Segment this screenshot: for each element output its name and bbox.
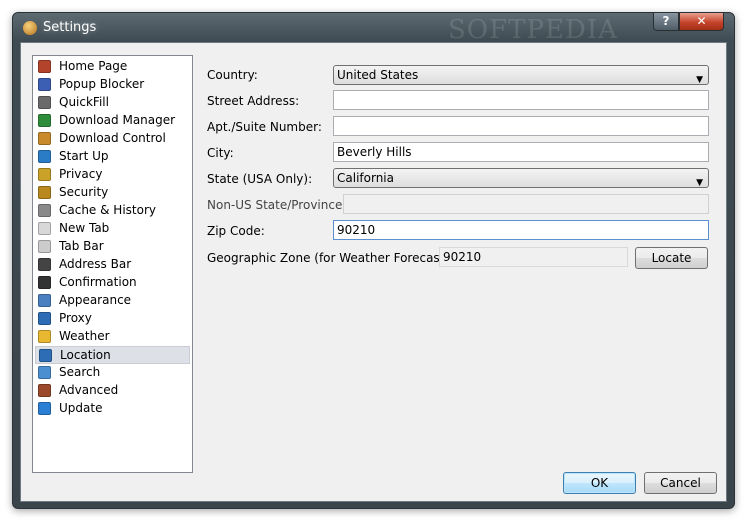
state-select[interactable]: California ▼ <box>333 168 709 188</box>
sidebar-item-label: New Tab <box>59 221 110 235</box>
sidebar-item-download-control[interactable]: Download Control <box>35 130 190 148</box>
sidebar-item-start-up[interactable]: Start Up <box>35 148 190 166</box>
apt-suite-label: Apt./Suite Number: <box>207 120 322 134</box>
sidebar-item-confirmation[interactable]: Confirmation <box>35 274 190 292</box>
tab-bar-icon <box>38 240 51 253</box>
sidebar-item-home-page[interactable]: Home Page <box>35 58 190 76</box>
sidebar-item-tab-bar[interactable]: Tab Bar <box>35 238 190 256</box>
country-label: Country: <box>207 68 258 82</box>
country-value: United States <box>337 68 419 82</box>
geographic-zone-label: Geographic Zone (for Weather Forecast): <box>207 251 454 265</box>
tools-icon <box>38 384 51 397</box>
sidebar-item-security[interactable]: Security <box>35 184 190 202</box>
title-bar[interactable]: Settings SOFTPEDIA ? ✕ <box>13 13 734 45</box>
app-icon <box>23 21 37 35</box>
globe-icon <box>38 402 51 415</box>
sidebar-item-quickfill[interactable]: QuickFill <box>35 94 190 112</box>
apt-suite-input[interactable] <box>333 116 709 136</box>
sidebar-item-label: Popup Blocker <box>59 77 145 91</box>
sidebar-item-label: Proxy <box>59 311 92 325</box>
lock-icon <box>38 186 51 199</box>
sidebar-item-appearance[interactable]: Appearance <box>35 292 190 310</box>
sidebar-item-label: Download Manager <box>59 113 176 127</box>
settings-window: Settings SOFTPEDIA ? ✕ Home Page Popup Bl… <box>12 12 735 509</box>
appearance-icon <box>38 294 51 307</box>
state-label: State (USA Only): <box>207 172 313 186</box>
cancel-button[interactable]: Cancel <box>644 472 717 494</box>
new-tab-icon <box>38 222 51 235</box>
sidebar-item-address-bar[interactable]: Address Bar <box>35 256 190 274</box>
country-select[interactable]: United States ▼ <box>333 65 709 85</box>
proxy-icon <box>38 312 51 325</box>
close-button[interactable]: ✕ <box>679 13 724 31</box>
sidebar-item-advanced[interactable]: Advanced <box>35 382 190 400</box>
sidebar-item-label: Privacy <box>59 167 103 181</box>
home-icon <box>38 60 51 73</box>
sidebar-item-label: Appearance <box>59 293 132 307</box>
sidebar-item-label: Home Page <box>59 59 128 73</box>
street-address-label: Street Address: <box>207 94 300 108</box>
sidebar-item-download-manager[interactable]: Download Manager <box>35 112 190 130</box>
sidebar-item-update[interactable]: Update <box>35 400 190 418</box>
sidebar-item-cache-history[interactable]: Cache & History <box>35 202 190 220</box>
help-button[interactable]: ? <box>653 13 679 31</box>
sidebar-item-label: Address Bar <box>59 257 132 271</box>
window-title: Settings <box>43 20 97 35</box>
pointing-hand-icon <box>38 276 51 289</box>
download-manager-icon <box>38 114 51 127</box>
download-control-icon <box>38 132 51 145</box>
chevron-down-icon: ▼ <box>696 75 703 85</box>
sidebar-item-proxy[interactable]: Proxy <box>35 310 190 328</box>
dialog-content: Home Page Popup Blocker QuickFill Download … <box>20 42 727 502</box>
settings-category-list[interactable]: Home Page Popup Blocker QuickFill Download … <box>32 55 193 473</box>
locate-button[interactable]: Locate <box>635 247 708 269</box>
weather-icon <box>38 330 51 343</box>
sidebar-item-label: Start Up <box>59 149 109 163</box>
watermark: SOFTPEDIA <box>448 15 618 45</box>
sidebar-item-location[interactable]: Location <box>35 346 190 364</box>
sidebar-item-label: Tab Bar <box>59 239 104 253</box>
street-address-input[interactable] <box>333 90 709 110</box>
address-bar-icon <box>38 258 51 271</box>
non-us-state-input[interactable] <box>343 194 709 214</box>
sidebar-item-label: Advanced <box>59 383 119 397</box>
sidebar-item-search[interactable]: Search <box>35 364 190 382</box>
search-icon <box>38 366 51 379</box>
state-value: California <box>337 171 394 185</box>
location-icon <box>39 349 52 362</box>
sidebar-item-label: Confirmation <box>59 275 137 289</box>
zip-code-label: Zip Code: <box>207 224 265 238</box>
privacy-icon <box>38 168 51 181</box>
sidebar-item-weather[interactable]: Weather <box>35 328 190 346</box>
sidebar-item-label: Security <box>59 185 109 199</box>
city-label: City: <box>207 146 234 160</box>
sidebar-item-label: Update <box>59 401 103 415</box>
popup-blocker-icon <box>38 78 51 91</box>
sidebar-item-label: Weather <box>59 329 110 343</box>
sidebar-item-label: QuickFill <box>59 95 109 109</box>
sidebar-item-popup-blocker[interactable]: Popup Blocker <box>35 76 190 94</box>
sidebar-item-privacy[interactable]: Privacy <box>35 166 190 184</box>
sidebar-item-new-tab[interactable]: New Tab <box>35 220 190 238</box>
sidebar-item-label: Search <box>59 365 101 379</box>
clock-icon <box>38 204 51 217</box>
non-us-state-label: Non-US State/Province: <box>207 198 347 212</box>
sidebar-item-label: Cache & History <box>59 203 156 217</box>
sidebar-item-label: Download Control <box>59 131 166 145</box>
city-input[interactable]: Beverly Hills <box>333 142 709 162</box>
sidebar-item-label: Location <box>60 348 111 362</box>
start-up-icon <box>38 150 51 163</box>
ok-button[interactable]: OK <box>563 472 636 494</box>
zip-code-input[interactable]: 90210 <box>333 220 709 240</box>
chevron-down-icon: ▼ <box>696 178 703 188</box>
geographic-zone-value: 90210 <box>439 247 628 267</box>
quickfill-icon <box>38 96 51 109</box>
